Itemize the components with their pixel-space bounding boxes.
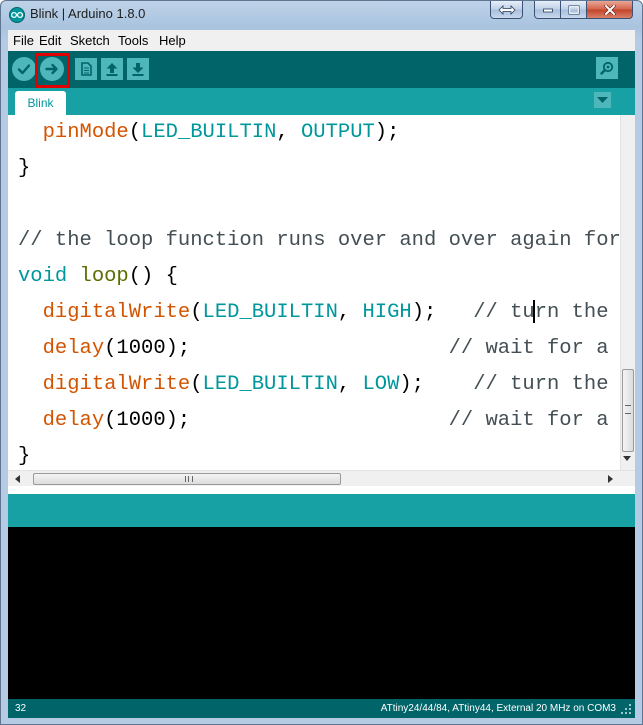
scroll-left-arrow-icon[interactable] bbox=[15, 475, 20, 483]
minimize-icon bbox=[542, 8, 553, 12]
check-icon bbox=[17, 64, 31, 75]
restore-button[interactable] bbox=[490, 1, 523, 19]
code-line: digitalWrite(LED_BUILTIN, LOW); // turn … bbox=[18, 367, 620, 403]
code-token: digitalWrite bbox=[42, 373, 191, 396]
up-arrow-icon bbox=[106, 63, 118, 76]
down-arrow-icon bbox=[132, 63, 144, 76]
code-token: () { bbox=[128, 265, 178, 288]
code-line: pinMode(LED_BUILTIN, OUTPUT); bbox=[18, 115, 400, 151]
vertical-scrollbar[interactable] bbox=[620, 115, 635, 470]
title-bar[interactable]: Blink | Arduino 1.8.0 bbox=[1, 1, 642, 29]
text-cursor bbox=[533, 300, 535, 323]
code-token: delay bbox=[42, 409, 105, 432]
code-token: LOW bbox=[362, 373, 400, 396]
chevron-down-icon bbox=[597, 97, 608, 103]
code-token: // wait for a s bbox=[448, 409, 620, 432]
code-token: LED_BUILTIN bbox=[202, 301, 338, 324]
arduino-logo-icon bbox=[9, 7, 25, 23]
console-output[interactable] bbox=[8, 527, 635, 699]
document-icon bbox=[81, 62, 92, 76]
client-area: File Edit Sketch Tools Help Blink pinMod… bbox=[8, 30, 635, 718]
menu-file[interactable]: File bbox=[13, 33, 34, 48]
code-token: ( bbox=[190, 301, 203, 324]
code-token: // wait for a s bbox=[448, 337, 620, 360]
tab-bar: Blink bbox=[8, 88, 635, 115]
code-token: HIGH bbox=[362, 301, 412, 324]
code-line: void loop() { bbox=[18, 259, 178, 295]
code-token: ( bbox=[128, 121, 142, 144]
horizontal-scrollbar[interactable] bbox=[8, 470, 635, 486]
code-token: void bbox=[18, 265, 68, 288]
status-line-number: 32 bbox=[15, 703, 27, 714]
save-button[interactable] bbox=[127, 58, 149, 80]
code-editor[interactable]: pinMode(LED_BUILTIN, OUTPUT);}// the loo… bbox=[8, 115, 620, 470]
code-token: // the loop function runs over and over … bbox=[18, 229, 620, 252]
tab-menu-button[interactable] bbox=[594, 92, 611, 108]
new-button[interactable] bbox=[75, 58, 97, 80]
status-bar: 32 ATtiny24/44/84, ATtiny44, External 20… bbox=[8, 699, 635, 718]
vertical-scroll-thumb[interactable] bbox=[622, 369, 634, 452]
code-token: } bbox=[18, 445, 31, 468]
code-token: LED_BUILTIN bbox=[202, 373, 338, 396]
horizontal-scroll-thumb[interactable] bbox=[33, 473, 341, 485]
toolbar bbox=[8, 51, 635, 88]
code-token: // turn the LED bbox=[473, 301, 609, 324]
code-token: , bbox=[276, 121, 301, 144]
code-token: loop bbox=[79, 265, 129, 288]
code-token: } bbox=[18, 157, 31, 180]
close-icon bbox=[603, 4, 616, 15]
scroll-down-arrow-icon[interactable] bbox=[623, 456, 631, 461]
verify-button[interactable] bbox=[12, 57, 36, 81]
minimize-button[interactable] bbox=[534, 1, 561, 19]
tab-blink[interactable]: Blink bbox=[15, 91, 66, 115]
app-window: Blink | Arduino 1.8.0 File Edit Sketch T… bbox=[0, 0, 643, 725]
code-line: } bbox=[18, 439, 30, 470]
code-line: delay(1000); // wait for a s bbox=[18, 403, 620, 439]
serial-monitor-button[interactable] bbox=[596, 57, 618, 79]
horizontal-resize-icon bbox=[497, 4, 516, 15]
message-area bbox=[8, 494, 635, 527]
magnifier-icon bbox=[600, 61, 614, 75]
code-line: // the loop function runs over and over … bbox=[18, 223, 620, 259]
code-token: ); bbox=[399, 373, 474, 396]
upload-button-highlight bbox=[35, 53, 70, 88]
code-token: ( bbox=[190, 373, 203, 396]
code-line: delay(1000); // wait for a s bbox=[18, 331, 620, 367]
code-token: pinMode bbox=[42, 121, 129, 144]
panel-divider[interactable] bbox=[8, 486, 635, 494]
code-token: , bbox=[337, 301, 363, 324]
code-line: digitalWrite(LED_BUILTIN, HIGH); // turn… bbox=[18, 295, 620, 331]
close-button[interactable] bbox=[587, 1, 633, 19]
menu-help[interactable]: Help bbox=[159, 33, 186, 48]
code-token: OUTPUT bbox=[300, 121, 375, 144]
menu-sketch[interactable]: Sketch bbox=[70, 33, 110, 48]
scroll-right-arrow-icon[interactable] bbox=[608, 475, 613, 483]
code-token: LED_BUILTIN bbox=[141, 121, 277, 144]
code-token: ); bbox=[411, 301, 474, 324]
maximize-button[interactable] bbox=[561, 1, 587, 19]
maximize-icon bbox=[568, 5, 579, 14]
code-line: } bbox=[18, 151, 30, 187]
resize-grip-icon[interactable] bbox=[620, 703, 632, 715]
menu-bar: File Edit Sketch Tools Help bbox=[8, 30, 635, 51]
code-token: (1000); bbox=[104, 409, 449, 432]
code-token: // turn the LED bbox=[473, 373, 609, 396]
menu-edit[interactable]: Edit bbox=[39, 33, 61, 48]
status-board-info: ATtiny24/44/84, ATtiny44, External 20 MH… bbox=[380, 703, 616, 714]
code-token: delay bbox=[42, 337, 105, 360]
code-token: , bbox=[337, 373, 363, 396]
menu-tools[interactable]: Tools bbox=[118, 33, 148, 48]
code-token: digitalWrite bbox=[42, 301, 191, 324]
code-token: ); bbox=[374, 121, 400, 144]
open-button[interactable] bbox=[101, 58, 123, 80]
code-token: (1000); bbox=[104, 337, 449, 360]
window-title: Blink | Arduino 1.8.0 bbox=[30, 6, 146, 21]
